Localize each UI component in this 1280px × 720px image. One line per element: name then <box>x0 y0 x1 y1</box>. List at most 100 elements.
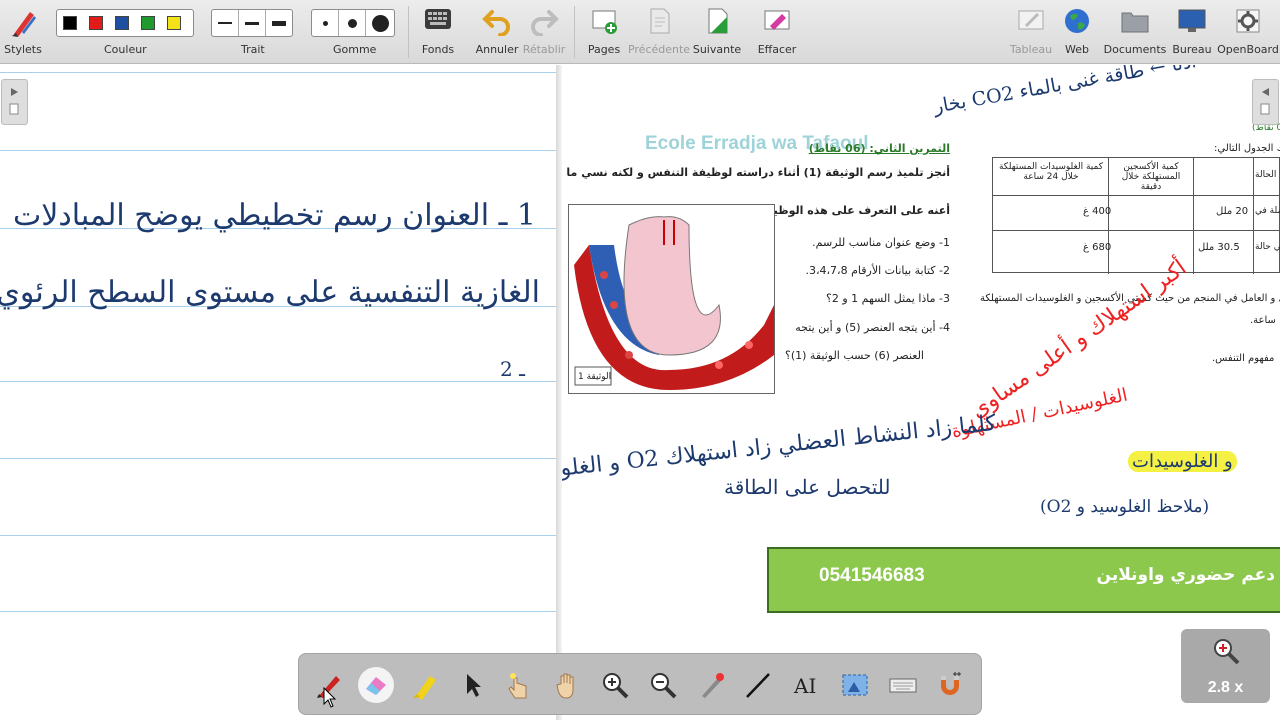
new-page-icon <box>592 10 617 34</box>
magnet-icon <box>941 672 961 695</box>
table-header-state: الحالة <box>1255 170 1277 180</box>
text-tool[interactable]: AI <box>788 667 824 703</box>
pointing-hand-icon <box>508 673 527 699</box>
trait-medium[interactable] <box>239 10 266 36</box>
text-icon: AI <box>793 674 816 698</box>
question-1: 1- وضع عنوان مناسب للرسم. <box>812 236 950 249</box>
openboard-menu-button[interactable]: OpenBoard <box>1217 0 1279 64</box>
precedente-button[interactable]: Précédente <box>627 0 691 64</box>
highlighter-icon <box>413 676 436 700</box>
stylets-icon <box>12 12 36 37</box>
page-rule <box>0 150 556 151</box>
zoom-indicator[interactable]: 2.8 x <box>1181 629 1270 703</box>
documents-label: Documents <box>1103 43 1167 56</box>
select-tool[interactable] <box>455 667 491 703</box>
previous-page-icon <box>650 8 670 34</box>
laser-pointer-tool[interactable] <box>693 667 729 703</box>
zoom-level: 2.8 x <box>1207 679 1244 696</box>
pages-button[interactable]: Pages <box>585 0 623 64</box>
fonds-button[interactable]: Fonds <box>418 0 458 64</box>
retablir-button[interactable]: Rétablir <box>522 0 566 64</box>
line-tool[interactable] <box>740 667 776 703</box>
suivante-button[interactable]: Suivante <box>693 0 741 64</box>
color-blue[interactable] <box>115 16 129 30</box>
zoom-out-tool[interactable] <box>645 667 681 703</box>
hand-tool[interactable] <box>550 667 586 703</box>
table-header-oxygen: كمية الأكسجين المستهلكة خلال دقيقة <box>1121 162 1181 192</box>
effacer-button[interactable]: Effacer <box>757 0 797 64</box>
retablir-label: Rétablir <box>522 43 566 56</box>
gear-icon <box>1236 9 1260 33</box>
snap-tool[interactable] <box>932 667 968 703</box>
interact-tool[interactable] <box>501 667 537 703</box>
zoom-in-icon <box>603 673 629 699</box>
desktop-monitor-icon <box>1178 9 1206 32</box>
page-rule <box>0 381 556 382</box>
tools-dock: AI <box>298 653 982 715</box>
color-black[interactable] <box>63 16 77 30</box>
page-rule <box>0 72 556 73</box>
zoom-out-icon <box>651 673 677 699</box>
gomme-medium[interactable] <box>339 10 366 36</box>
capture-tool[interactable] <box>837 667 873 703</box>
annuler-label: Annuler <box>475 43 519 56</box>
web-label: Web <box>1065 43 1089 56</box>
virtual-keyboard-tool[interactable] <box>885 667 921 703</box>
highlighter-tool[interactable] <box>407 667 443 703</box>
next-page-icon <box>708 8 728 34</box>
annotation-top: أذنا ← طاقة غنى بالماء CO2 بخار <box>932 65 1198 118</box>
right-page[interactable]: Ecole Erradja wa Tafaoul التمرين الثاني:… <box>562 65 1280 720</box>
trait-thick[interactable] <box>266 10 292 36</box>
bureau-button[interactable]: Bureau <box>1172 0 1212 64</box>
main-toolbar: Stylets Couleur Trait Gomme Fonds Annule… <box>0 0 1280 64</box>
page-rule <box>0 458 556 459</box>
color-swatches <box>56 9 194 37</box>
tableau-label: Tableau <box>1009 43 1053 56</box>
keyboard-icon <box>889 678 917 693</box>
precedente-label: Précédente <box>627 43 691 56</box>
table-header-glucides: كمية الغلوسيدات المستهلكة خلال 24 ساعة <box>998 162 1104 182</box>
line-icon <box>746 673 770 698</box>
question-5: العنصر (6) حسب الوثيقة (1)؟ <box>785 349 924 362</box>
left-panel-tab[interactable] <box>1 79 28 125</box>
annotation-note-2: للتحصل على الطاقة <box>724 475 891 499</box>
stylets-label: Stylets <box>4 43 42 56</box>
stylets-button[interactable]: Stylets <box>0 0 46 64</box>
color-green[interactable] <box>141 16 155 30</box>
question-3: 3- ماذا يمثل السهم 1 و 2؟ <box>826 292 950 305</box>
color-yellow[interactable] <box>167 16 181 30</box>
gomme-label: Gomme <box>333 43 377 56</box>
tableau-button[interactable]: Tableau <box>1009 0 1053 64</box>
board-icon <box>1018 10 1044 30</box>
eraser-tool[interactable] <box>358 667 394 703</box>
couleur-group: Couleur <box>56 0 194 64</box>
gomme-large[interactable] <box>366 10 394 36</box>
exercise-intro: أنجز تلميذ رسم الوثيقة (1) أثناء دراسته … <box>562 166 950 179</box>
handwriting-line-2: الغازية التنفسية على مستوى السطح الرئوي <box>0 275 540 310</box>
trait-thin[interactable] <box>212 10 239 36</box>
clear-board-icon <box>764 10 790 30</box>
couleur-label: Couleur <box>104 43 147 56</box>
gomme-group: Gomme <box>311 0 395 64</box>
question-text-b: ساعة. <box>1250 315 1276 326</box>
folder-icon <box>1121 12 1149 33</box>
fonds-label: Fonds <box>421 43 455 56</box>
handwriting-line-1: 1 ـ العنوان رسم تخطيطي يوضح المبادلات <box>13 198 536 233</box>
toolbar-separator <box>574 6 575 58</box>
zoom-in-tool[interactable] <box>597 667 633 703</box>
question-2: 2- كتابة بيانات الأرقام 3،4،7،8. <box>805 264 950 277</box>
color-red[interactable] <box>89 16 103 30</box>
table-row-divider <box>993 230 1280 231</box>
right-panel-tab[interactable] <box>1252 79 1279 125</box>
openboard-window: Stylets Couleur Trait Gomme Fonds Annule… <box>0 0 1280 720</box>
zoom-magnifier-icon <box>1214 639 1240 665</box>
handwriting-line-3: ـ 2 <box>500 357 525 381</box>
documents-button[interactable]: Documents <box>1104 0 1166 64</box>
web-button[interactable]: Web <box>1062 0 1092 64</box>
left-page[interactable]: 1 ـ العنوان رسم تخطيطي يوضح المبادلات ال… <box>0 65 556 720</box>
table-intro: ...يك الجدول التالي: <box>1214 143 1280 154</box>
contact-banner: 0541546683 دعم حضوري واونلاين <box>767 547 1280 613</box>
annuler-button[interactable]: Annuler <box>475 0 519 64</box>
gomme-small[interactable] <box>312 10 339 36</box>
page-rule <box>0 535 556 536</box>
